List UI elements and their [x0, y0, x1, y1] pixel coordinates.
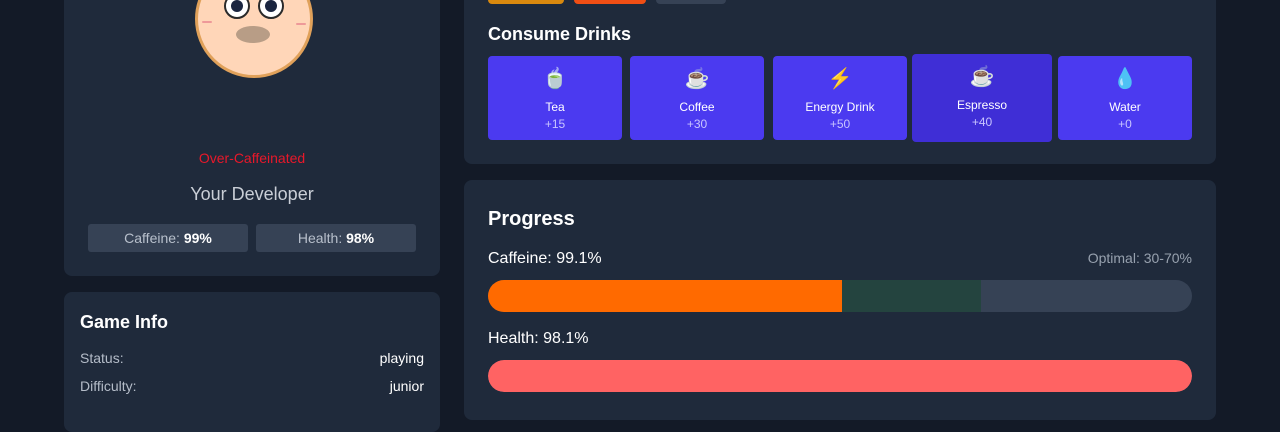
- left-eye: [224, 0, 250, 19]
- optimal-zone: [842, 280, 981, 312]
- drink-button-energy-drink[interactable]: ⚡ Energy Drink +50: [773, 56, 907, 140]
- info-key: Difficulty:: [80, 378, 137, 394]
- drink-name: Espresso: [956, 98, 1008, 112]
- info-key: Status:: [80, 350, 124, 366]
- drink-button-water[interactable]: 💧 Water +0: [1058, 56, 1192, 140]
- info-value: playing: [379, 350, 424, 366]
- info-value: junior: [389, 378, 424, 394]
- lightning-icon: ⚡: [827, 68, 853, 90]
- character-card: Over-Caffeinated Your Developer Caffeine…: [64, 0, 440, 276]
- cheek-mark: [296, 23, 306, 25]
- drink-button-espresso[interactable]: ☕ Espresso +40: [912, 54, 1052, 142]
- caffeine-stat: Caffeine: 99%: [88, 224, 248, 252]
- drink-button-coffee[interactable]: ☕ Coffee +30: [630, 56, 764, 140]
- action-button-partial[interactable]: [488, 0, 564, 4]
- drink-value: +15: [544, 117, 566, 131]
- character-status: Over-Caffeinated: [198, 150, 306, 166]
- optimal-range-label: Optimal: 30-70%: [1087, 250, 1192, 266]
- drink-button-tea[interactable]: 🍵 Tea +15: [488, 56, 622, 140]
- drink-name: Water: [1109, 100, 1141, 114]
- coffee-icon: ☕: [684, 68, 710, 90]
- game-info-card: Game Info Status: playing Difficulty: ju…: [64, 292, 440, 432]
- developer-avatar: [195, 0, 313, 78]
- caffeine-progress-bar: [488, 280, 1192, 312]
- action-button-partial[interactable]: [574, 0, 646, 4]
- progress-title: Progress: [488, 208, 575, 230]
- caffeine-progress-label: Caffeine: 99.1%: [488, 250, 602, 267]
- health-progress-bar: [488, 360, 1192, 392]
- game-info-title: Game Info: [80, 312, 169, 332]
- drink-value: +0: [1118, 117, 1132, 131]
- drinks-title: Consume Drinks: [488, 24, 632, 44]
- caffeine-stat-label: Caffeine:: [124, 230, 180, 246]
- info-row-status: Status: playing: [80, 350, 424, 366]
- health-stat-label: Health:: [297, 230, 343, 246]
- caffeine-fill: [488, 280, 843, 312]
- action-button-partial[interactable]: [656, 0, 726, 4]
- caffeine-stat-value: 99%: [183, 230, 212, 246]
- drinks-card: Consume Drinks 🍵 Tea +15 ☕ Coffee +30 ⚡ …: [464, 0, 1216, 164]
- health-stat-value: 98%: [346, 230, 375, 246]
- drink-value: +30: [686, 117, 708, 131]
- right-eye: [258, 0, 284, 19]
- drink-name: Coffee: [679, 100, 715, 114]
- espresso-icon: ☕: [969, 66, 995, 88]
- health-stat: Health: 98%: [256, 224, 416, 252]
- drink-name: Energy Drink: [805, 100, 875, 114]
- drink-value: +50: [829, 117, 851, 131]
- character-name: Your Developer: [190, 184, 314, 204]
- health-progress-label: Health: 98.1%: [488, 330, 589, 347]
- cheek-mark: [202, 21, 212, 23]
- tea-icon: 🍵: [542, 68, 568, 90]
- info-row-difficulty: Difficulty: junior: [80, 378, 424, 394]
- drink-name: Tea: [545, 100, 565, 114]
- health-fill: [488, 360, 1192, 392]
- mouth: [236, 26, 270, 43]
- drink-value: +40: [971, 115, 993, 129]
- progress-card: Progress Caffeine: 99.1% Optimal: 30-70%…: [464, 180, 1216, 420]
- water-drop-icon: 💧: [1112, 68, 1138, 90]
